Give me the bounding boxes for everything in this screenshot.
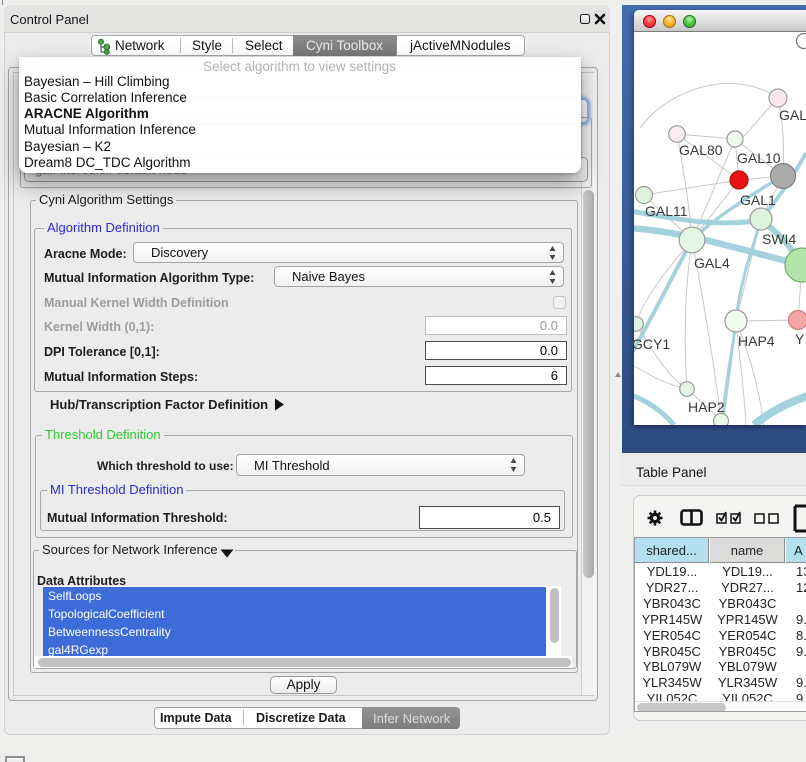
svg-text:GAL11: GAL11: [645, 203, 688, 219]
svg-text:GCY1: GCY1: [634, 336, 670, 352]
svg-text:Y: Y: [795, 331, 805, 347]
svg-text:HAP2: HAP2: [688, 399, 725, 415]
svg-text:GAL4: GAL4: [694, 255, 730, 271]
svg-text:GAL1: GAL1: [740, 192, 776, 208]
svg-text:GAL10: GAL10: [737, 150, 781, 166]
svg-text:GAL7: GAL7: [779, 107, 806, 123]
svg-text:HAP4: HAP4: [738, 333, 775, 349]
svg-text:GAL80: GAL80: [679, 142, 723, 158]
svg-text:SWI4: SWI4: [762, 231, 796, 247]
